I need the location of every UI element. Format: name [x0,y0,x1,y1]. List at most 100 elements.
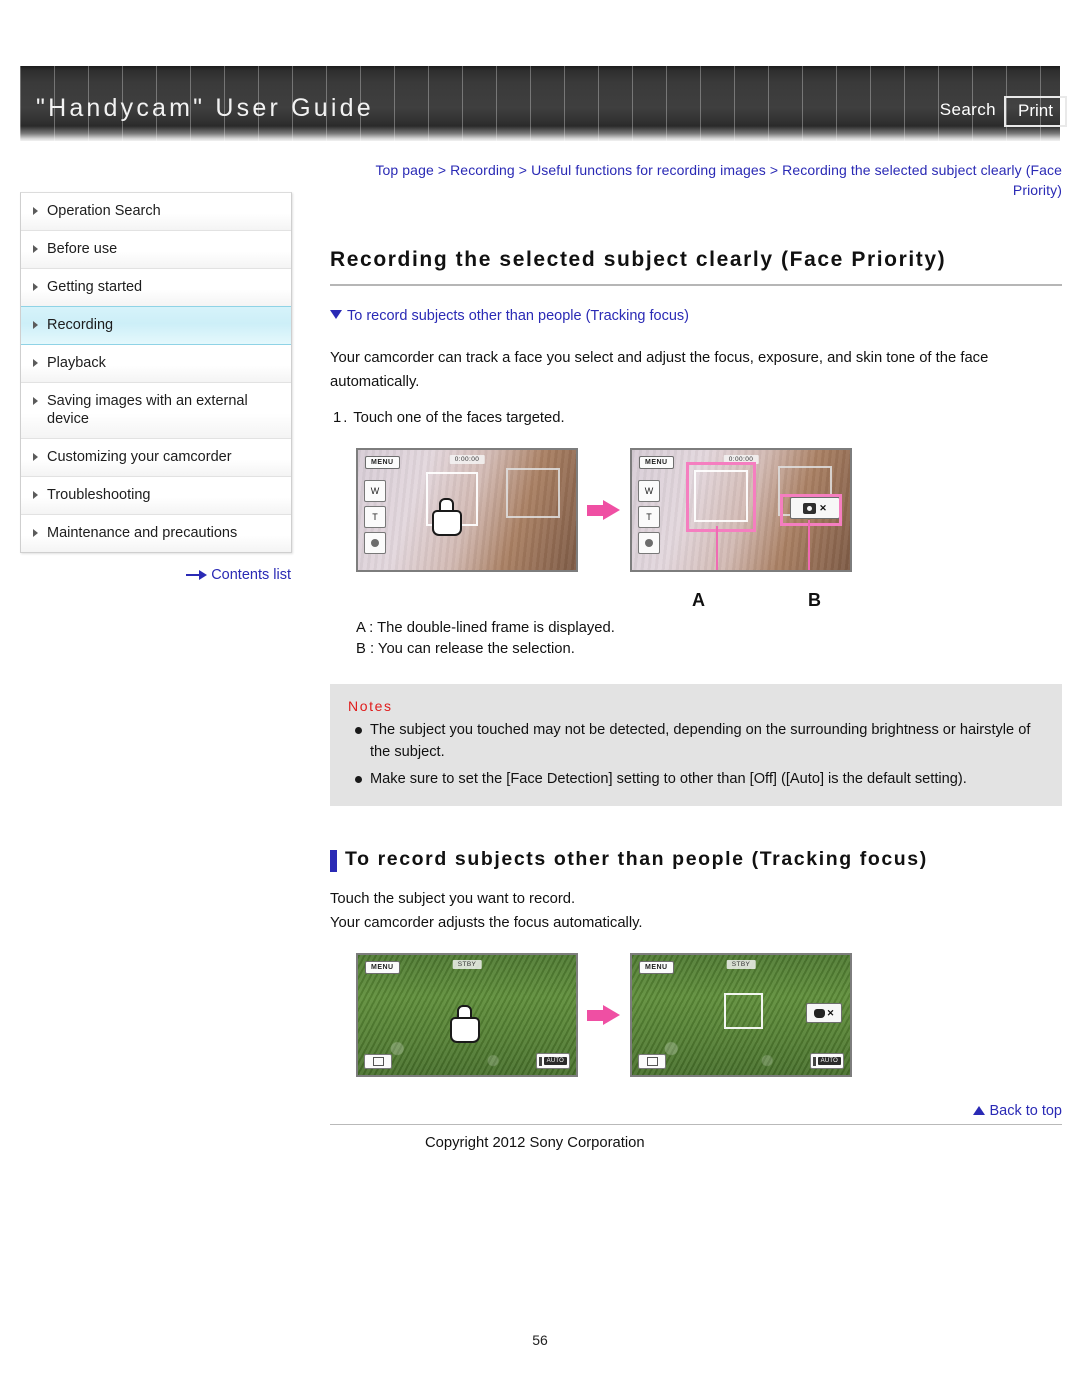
sidebar-item-label: Before use [47,241,118,257]
section-marker-icon [330,850,337,872]
arrow-right-icon [587,1005,621,1026]
menu-button-icon: MENU [365,456,400,469]
step-1: 1. Touch one of the faces targeted. [330,406,1062,430]
auto-mode-badge: AUTO [809,1053,844,1070]
figure-ab-labels: A B [330,572,1062,612]
camcorder-screen-after: MENU 0:00:00 W T ✕ [630,448,852,572]
sidebar-nav: Operation Search Before use Getting star… [20,192,292,553]
section2-line-2: Your camcorder adjusts the focus automat… [330,915,643,932]
sidebar-item-troubleshooting[interactable]: Troubleshooting [21,477,291,515]
page-title: Recording the selected subject clearly (… [330,248,1062,286]
section2-line-1: Touch the subject you want to record. [330,891,576,908]
zoom-tele-button-icon: T [364,506,386,528]
figure-face-priority: MENU 0:00:00 W T MENU 0:00:00 W T ✕ [330,448,1062,572]
figure-caption-b: B : You can release the selection. [356,641,575,657]
sidebar: Operation Search Before use Getting star… [20,192,292,583]
note-item: The subject you touched may not be detec… [355,719,1046,763]
touch-hand-icon [450,1005,480,1044]
menu-button-icon: MENU [639,456,674,469]
sidebar-item-label: Saving images with an external device [47,393,248,427]
caret-right-icon [33,321,38,329]
callout-line-b [808,520,810,570]
standby-label: STBY [726,960,756,970]
camcorder-screen-cat-before: MENU STBY AUTO [356,953,578,1078]
contents-list-link[interactable]: Contents list [20,567,292,583]
sidebar-item-customizing[interactable]: Customizing your camcorder [21,439,291,477]
search-button[interactable]: Search [940,100,996,120]
sidebar-item-label: Playback [47,355,106,371]
note-item: Make sure to set the [Face Detection] se… [355,768,1046,790]
notes-list: The subject you touched may not be detec… [348,719,1046,790]
record-button-icon [364,532,386,554]
jump-link-tracking-focus[interactable]: To record subjects other than people (Tr… [330,308,1062,324]
sidebar-item-before-use[interactable]: Before use [21,231,291,269]
playback-button-icon [638,1054,666,1070]
sidebar-item-label: Getting started [47,279,143,295]
jump-link-label: To record subjects other than people (Tr… [347,308,689,324]
zoom-wide-button-icon: W [638,480,660,502]
menu-button-icon: MENU [365,961,400,975]
figure-arrow-gap [578,1005,630,1026]
camcorder-screen-cat-after: MENU STBY ✕ AUTO [630,953,852,1078]
intro-paragraph: Your camcorder can track a face you sele… [330,350,989,390]
caret-right-icon [33,359,38,367]
contents-list-label: Contents list [211,567,291,583]
figure-label-b: B [808,590,821,610]
arrow-right-icon [186,570,208,581]
camcorder-screen-before: MENU 0:00:00 W T [356,448,578,572]
sidebar-item-label: Customizing your camcorder [47,449,232,465]
release-button-highlight [780,494,842,526]
zoom-wide-button-icon: W [364,480,386,502]
figure-arrow-gap [578,500,630,520]
caret-right-icon [33,529,38,537]
arrow-right-icon [587,500,621,520]
section-heading-tracking-focus: To record subjects other than people (Tr… [330,848,1062,872]
caret-right-icon [33,397,38,405]
triangle-up-icon [973,1106,986,1116]
rec-timecode-label: 0:00:00 [449,455,485,464]
face-frame-adult [506,468,560,518]
double-lined-frame-highlight [686,462,756,532]
step-number: 1. [333,410,350,426]
main-content: Top page > Recording > Useful functions … [330,160,1062,1151]
callout-line-a [716,526,718,570]
sidebar-item-label: Troubleshooting [47,487,151,503]
figure-caption-a: A : The double-lined frame is displayed. [356,620,615,636]
triangle-down-icon [330,310,342,319]
sidebar-item-operation-search[interactable]: Operation Search [21,193,291,231]
zoom-tele-button-icon: T [638,506,660,528]
page-number: 56 [532,1332,548,1348]
standby-label: STBY [452,960,482,970]
touch-hand-icon [432,498,462,536]
sidebar-item-recording[interactable]: Recording [21,306,291,345]
caret-right-icon [33,491,38,499]
record-button-icon [638,532,660,554]
tracking-focus-frame [724,993,763,1030]
sidebar-item-getting-started[interactable]: Getting started [21,269,291,307]
back-to-top-link[interactable]: Back to top [330,1103,1062,1126]
sidebar-item-label: Operation Search [47,203,161,219]
playback-button-icon [364,1054,392,1070]
release-tracking-button-icon: ✕ [806,1003,842,1024]
print-button[interactable]: Print [1004,96,1067,127]
sidebar-item-playback[interactable]: Playback [21,345,291,383]
copyright-text: Copyright 2012 Sony Corporation [425,1135,645,1152]
app-title: "Handycam" User Guide [36,94,374,122]
notes-panel: Notes The subject you touched may not be… [330,684,1062,806]
sidebar-item-label: Recording [47,317,114,333]
sidebar-item-label: Maintenance and precautions [47,525,238,541]
sidebar-item-saving-images[interactable]: Saving images with an external device [21,383,291,439]
caret-right-icon [33,245,38,253]
auto-mode-badge: AUTO [535,1053,570,1070]
caret-right-icon [33,283,38,291]
caret-right-icon [33,207,38,215]
section-heading-label: To record subjects other than people (Tr… [345,848,928,870]
auto-label: AUTO [817,1057,841,1066]
sidebar-item-maintenance[interactable]: Maintenance and precautions [21,515,291,552]
notes-title: Notes [348,698,393,714]
menu-button-icon: MENU [639,961,674,975]
breadcrumb[interactable]: Top page > Recording > Useful functions … [330,160,1062,200]
caret-right-icon [33,453,38,461]
step-text: Touch one of the faces targeted. [353,410,565,426]
back-to-top-label: Back to top [989,1103,1062,1120]
